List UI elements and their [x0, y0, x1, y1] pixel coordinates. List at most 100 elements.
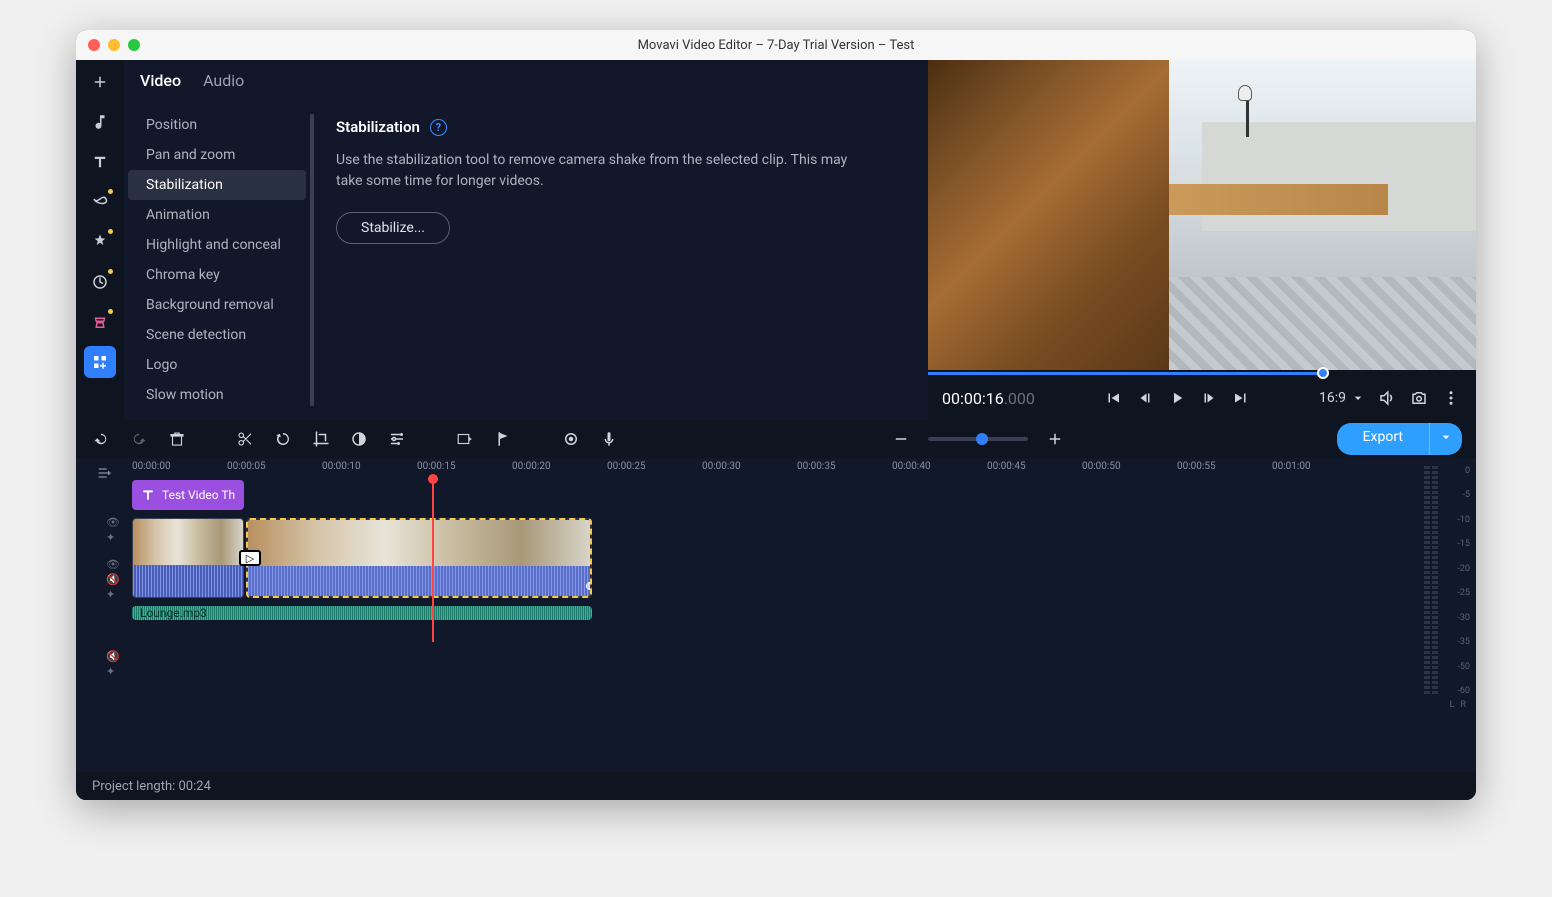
aspect-ratio-dropdown[interactable]: 16:9 — [1319, 390, 1366, 406]
zoom-in-icon[interactable] — [1044, 428, 1066, 450]
visibility-icon[interactable]: 👁 — [106, 516, 120, 528]
sidebar-item-logo[interactable]: Logo — [128, 350, 306, 380]
elements-icon[interactable] — [84, 266, 116, 298]
mute-icon[interactable]: 🔇 — [106, 573, 120, 585]
ruler-mark: 00:00:20 — [512, 461, 551, 472]
sidebar-item-chroma-key[interactable]: Chroma key — [128, 260, 306, 290]
record-video-icon[interactable] — [560, 428, 582, 450]
ruler-mark: 00:00:15 — [417, 461, 456, 472]
effects-icon[interactable] — [84, 226, 116, 258]
transition-wizard-icon[interactable] — [454, 428, 476, 450]
help-icon[interactable]: ? — [430, 119, 447, 136]
zoom-out-icon[interactable] — [890, 428, 912, 450]
tool-rail — [76, 60, 124, 420]
fx-icon[interactable]: ✦ — [106, 531, 120, 543]
title-track-header[interactable]: 👁 ✦ — [84, 512, 124, 540]
export-button[interactable]: Export — [1337, 423, 1429, 455]
ruler-mark: 00:00:05 — [227, 461, 266, 472]
sidebar-item-slow-motion[interactable]: Slow motion — [128, 380, 306, 410]
sidebar-item-position[interactable]: Position — [128, 110, 306, 140]
play-icon[interactable] — [1166, 387, 1188, 409]
redo-icon[interactable] — [128, 428, 150, 450]
video-clip-2-selected[interactable] — [246, 518, 592, 598]
lr-labels: LR — [1420, 700, 1472, 710]
prev-clip-icon[interactable] — [1102, 387, 1124, 409]
effect-category-list: PositionPan and zoomStabilizationAnimati… — [124, 100, 310, 420]
fx-icon[interactable]: ✦ — [106, 665, 120, 677]
minimize-window-button[interactable] — [108, 39, 120, 51]
snapshot-icon[interactable] — [1408, 387, 1430, 409]
crop-icon[interactable] — [310, 428, 332, 450]
color-adjust-icon[interactable] — [348, 428, 370, 450]
video-clip-1[interactable] — [132, 518, 244, 598]
video-track-header[interactable]: 👁 🔇 ✦ — [84, 554, 124, 632]
effect-detail-pane: Stabilization ? Use the stabilization to… — [316, 100, 928, 420]
timeline: 👁 ✦ 👁 🔇 ✦ 🔇 ✦ 00:00:0000:00:0500:00:1000… — [76, 458, 1476, 772]
undo-icon[interactable] — [90, 428, 112, 450]
export-dropdown[interactable] — [1429, 423, 1462, 455]
ruler-mark: 00:01:00 — [1272, 461, 1311, 472]
timeline-canvas[interactable]: 00:00:0000:00:0500:00:1000:00:1500:00:20… — [132, 458, 1416, 772]
timecode: 00:00:16.000 — [942, 389, 1035, 408]
audio-meter-panel: 0-5-10-15-20-25-30-35-50-60 LR — [1416, 458, 1476, 772]
mute-icon[interactable]: 🔇 — [106, 650, 120, 662]
sidebar-item-background-removal[interactable]: Background removal — [128, 290, 306, 320]
window-controls — [88, 39, 140, 51]
next-clip-icon[interactable] — [1230, 387, 1252, 409]
transitions-icon[interactable] — [84, 186, 116, 218]
titles-icon[interactable] — [84, 146, 116, 178]
audio-clip[interactable]: Lounge.mp3 — [132, 606, 592, 620]
tab-audio[interactable]: Audio — [203, 71, 244, 100]
close-window-button[interactable] — [88, 39, 100, 51]
zoom-window-button[interactable] — [128, 39, 140, 51]
split-icon[interactable] — [234, 428, 256, 450]
audio-track[interactable]: Lounge.mp3 — [132, 606, 1416, 642]
sidebar-item-pan-and-zoom[interactable]: Pan and zoom — [128, 140, 306, 170]
panel-body: PositionPan and zoomStabilizationAnimati… — [124, 100, 928, 420]
marker-icon[interactable] — [492, 428, 514, 450]
playhead[interactable] — [432, 480, 434, 642]
record-audio-icon[interactable] — [598, 428, 620, 450]
list-scrollbar[interactable] — [310, 114, 314, 406]
preview-video-frame[interactable] — [928, 60, 1476, 370]
volume-keyframe[interactable] — [586, 582, 590, 590]
ruler-mark: 00:00:40 — [892, 461, 931, 472]
sidebar-item-stabilization[interactable]: Stabilization — [128, 170, 306, 200]
transition-marker[interactable]: ▷ — [239, 550, 261, 566]
status-bar: Project length: 00:24 — [76, 772, 1476, 800]
ruler-mark: 00:00:55 — [1177, 461, 1216, 472]
audio-track-header[interactable]: 🔇 ✦ — [84, 646, 124, 680]
preview-controls: 00:00:16.000 16:9 — [928, 376, 1476, 420]
time-ruler[interactable]: 00:00:0000:00:0500:00:1000:00:1500:00:20… — [132, 458, 1416, 480]
clip-properties-icon[interactable] — [386, 428, 408, 450]
sidebar-item-highlight-and-conceal[interactable]: Highlight and conceal — [128, 230, 306, 260]
fx-icon[interactable]: ✦ — [106, 588, 120, 600]
video-track[interactable]: ▷ — [132, 518, 1416, 598]
stabilize-button[interactable]: Stabilize... — [336, 212, 450, 244]
volume-icon[interactable] — [1376, 387, 1398, 409]
audio-icon[interactable] — [84, 106, 116, 138]
title-clip[interactable]: Test Video Th — [132, 480, 244, 510]
more-tools-icon[interactable] — [84, 346, 116, 378]
app-content: Video Audio PositionPan and zoomStabiliz… — [76, 60, 1476, 800]
preview-progress-bar[interactable] — [928, 370, 1476, 376]
zoom-slider[interactable] — [928, 437, 1028, 441]
sidebar-item-scene-detection[interactable]: Scene detection — [128, 320, 306, 350]
visibility-icon[interactable]: 👁 — [106, 558, 120, 570]
ruler-mark: 00:00:45 — [987, 461, 1026, 472]
step-back-icon[interactable] — [1134, 387, 1156, 409]
add-media-icon[interactable] — [84, 66, 116, 98]
rotate-icon[interactable] — [272, 428, 294, 450]
tab-video[interactable]: Video — [140, 71, 181, 100]
preview-scrub-handle[interactable] — [1317, 367, 1329, 379]
properties-panel: Video Audio PositionPan and zoomStabiliz… — [124, 60, 928, 420]
title-track[interactable]: Test Video Th — [132, 480, 1416, 510]
preview-menu-icon[interactable] — [1440, 387, 1462, 409]
step-forward-icon[interactable] — [1198, 387, 1220, 409]
sidebar-item-animation[interactable]: Animation — [128, 200, 306, 230]
track-header-column: 👁 ✦ 👁 🔇 ✦ 🔇 ✦ — [76, 458, 132, 772]
add-track-icon[interactable] — [93, 464, 115, 482]
store-icon[interactable] — [84, 306, 116, 338]
detail-heading: Stabilization — [336, 118, 420, 136]
delete-icon[interactable] — [166, 428, 188, 450]
